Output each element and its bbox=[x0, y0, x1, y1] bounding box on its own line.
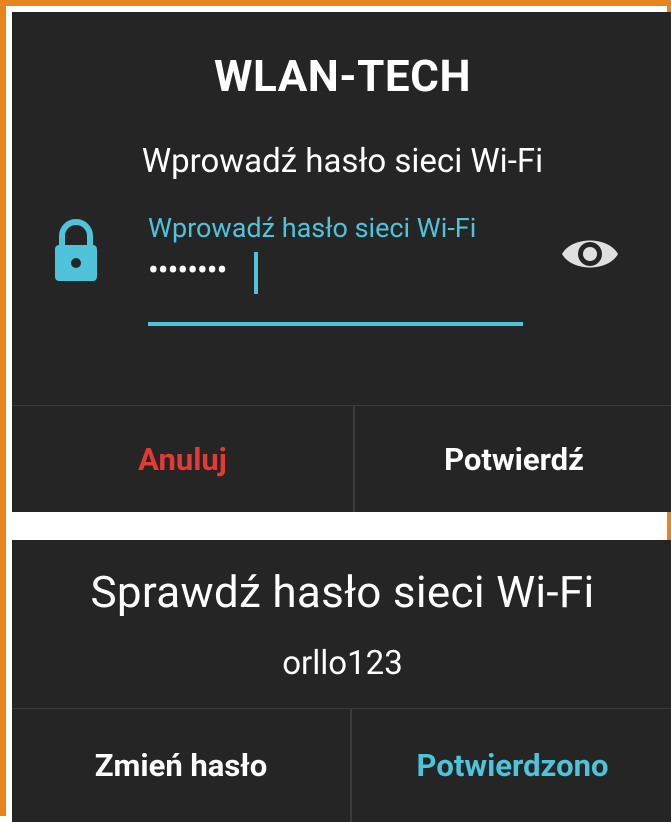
confirm-button[interactable]: Potwierdź bbox=[355, 406, 671, 512]
password-field-label: Wprowadź hasło sieci Wi-Fi bbox=[148, 212, 477, 244]
password-input[interactable]: •••••••• bbox=[148, 248, 227, 292]
change-password-button[interactable]: Zmień hasło bbox=[12, 709, 350, 822]
eye-icon[interactable] bbox=[560, 232, 620, 276]
dialog-title: WLAN-TECH bbox=[213, 50, 472, 102]
lock-icon bbox=[52, 218, 100, 284]
verify-password-dialog: Sprawdź hasło sieci Wi-Fi orllo123 Zmień… bbox=[12, 540, 671, 822]
text-cursor bbox=[254, 252, 258, 294]
cancel-button[interactable]: Anuluj bbox=[12, 406, 353, 512]
password-display: orllo123 bbox=[282, 644, 403, 683]
password-dialog: WLAN-TECH Wprowadź hasło sieci Wi-Fi Wpr… bbox=[12, 12, 671, 512]
screenshot-frame: WLAN-TECH Wprowadź hasło sieci Wi-Fi Wpr… bbox=[0, 0, 671, 822]
dialog-message: Wprowadź hasło sieci Wi-Fi bbox=[141, 142, 544, 181]
confirmed-button[interactable]: Potwierdzono bbox=[352, 709, 671, 822]
dialog-title: Sprawdź hasło sieci Wi-Fi bbox=[90, 566, 595, 618]
password-input-underline bbox=[148, 322, 523, 326]
